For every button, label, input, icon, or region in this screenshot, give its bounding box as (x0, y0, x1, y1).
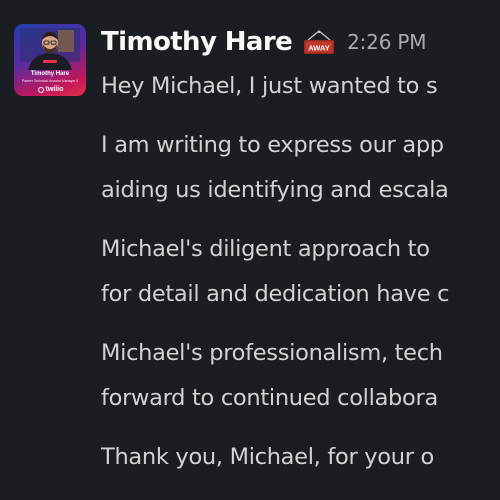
away-badge-text: AWAY (308, 44, 329, 53)
message-line: Michael's professionalism, tech (101, 340, 443, 366)
twilio-logo-icon (38, 86, 44, 93)
avatar-card-role: Partner Technical Account Manager II (21, 79, 79, 83)
away-status-icon[interactable]: AWAY (302, 30, 336, 58)
message-line: I am writing to express our app (101, 132, 444, 158)
message-line: Hey Michael, I just wanted to s (101, 73, 438, 99)
message-paragraph: Thank you, Michael, for your o (101, 435, 500, 480)
message-paragraph: I am writing to express our app aiding u… (101, 123, 500, 213)
message-timestamp[interactable]: 2:26 PM (347, 30, 426, 54)
message-line: Michael's diligent approach to (101, 236, 430, 262)
message-paragraph: Hey Michael, I just wanted to s (101, 64, 500, 109)
message-line: aiding us identifying and escala (101, 177, 449, 203)
message-header: Timothy Hare AWAY 2:26 PM (101, 22, 426, 62)
avatar-brand-text: twilio (45, 86, 64, 93)
message-line: for detail and dedication have c (101, 281, 450, 307)
avatar-card-name: Timothy Hare (30, 71, 70, 77)
message-body: Hey Michael, I just wanted to s I am wri… (101, 64, 500, 494)
message-paragraph: Michael's professionalism, tech forward … (101, 331, 500, 421)
message-line: forward to continued collabora (101, 385, 438, 411)
avatar[interactable]: Timothy Hare Partner Technical Account M… (14, 24, 86, 96)
message: Timothy Hare Partner Technical Account M… (0, 0, 500, 500)
avatar-brand-logo: twilio (38, 86, 63, 93)
sender-name[interactable]: Timothy Hare (101, 27, 293, 57)
message-line: Thank you, Michael, for your o (101, 444, 434, 470)
message-paragraph: Michael's diligent approach to for detai… (101, 227, 500, 317)
